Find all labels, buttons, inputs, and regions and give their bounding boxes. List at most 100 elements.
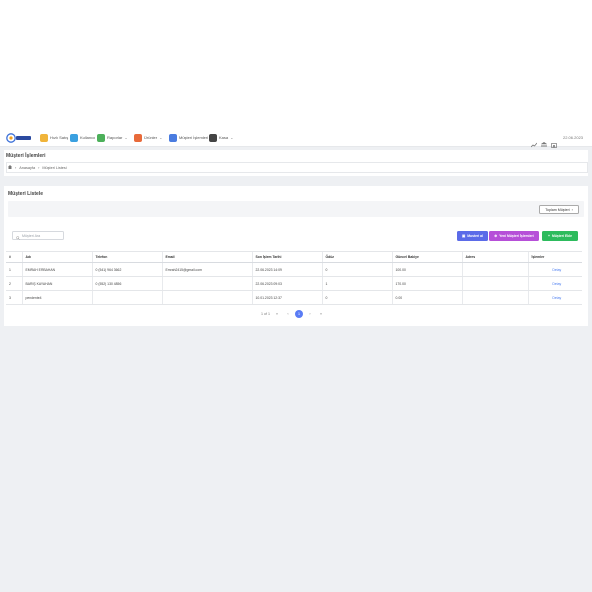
cell-last: 10.01.2023 12:37	[251, 290, 322, 305]
pagination-prev[interactable]: ‹	[284, 310, 292, 318]
nav-item-4[interactable]: Müşteri İşlemleri	[169, 133, 208, 142]
breadcrumb: › Anasayfa › Müşteri Listesi	[8, 165, 67, 170]
nav-item-2[interactable]: Raporlar ⌄	[97, 133, 128, 142]
cell-last: 22.06.2023 14:09	[251, 262, 322, 277]
cell-odu: 1	[321, 276, 392, 291]
list-title: Müşteri Listele	[8, 191, 44, 197]
filter-area	[8, 201, 584, 217]
cell-action[interactable]: Detay	[527, 262, 582, 277]
search-input[interactable]	[22, 233, 62, 238]
col-header-odu[interactable]: Ödüz	[321, 251, 392, 263]
nav-item-3[interactable]: Ürünler ⌄	[134, 133, 162, 142]
pagination-page-1[interactable]: 1	[295, 309, 303, 318]
export-label: Toplam Müşteri	[545, 207, 570, 212]
new-customer-process-button[interactable]: ⊕ Yeni Müşteri İşlemleri	[489, 231, 539, 241]
cell-email: Emrah2415@gmail.com	[161, 262, 252, 277]
cell-address	[461, 290, 528, 305]
nav-item-label: Ürünler	[144, 135, 158, 140]
cell-action[interactable]: Detay	[527, 276, 582, 291]
breadcrumb-separator: ›	[15, 165, 17, 170]
col-header-phone[interactable]: Telefon	[91, 251, 162, 263]
nav-item-5[interactable]: Kasa ⌄	[209, 133, 233, 142]
cell-email	[161, 290, 252, 305]
cell-balance: 100.00	[391, 262, 462, 277]
add-customer-label: Müşteri Ekle	[552, 234, 572, 238]
nav-item-0[interactable]: Hızlı Satış	[40, 133, 68, 142]
plus-icon: +	[548, 234, 550, 238]
pagination: 1 of 1 « ‹ 1 › »	[261, 309, 325, 318]
box-icon	[134, 133, 142, 142]
col-header-email[interactable]: Email	[161, 251, 252, 263]
header-icons	[530, 134, 561, 148]
customer-icon	[169, 133, 177, 142]
col-header-name[interactable]: Adı	[21, 251, 92, 263]
cell-name: BARIŞ KAYAHAN	[21, 276, 92, 291]
pagination-next[interactable]: ›	[306, 310, 314, 318]
table-row[interactable]: 3 pendente4 10.01.2023 12:37 0 0.00 Detay	[6, 290, 582, 305]
plus-square-icon: ⊕	[494, 234, 498, 238]
crown-icon	[40, 133, 48, 142]
search-box[interactable]	[12, 231, 64, 240]
nav-item-label: Müşteri İşlemleri	[179, 135, 209, 140]
app-logo[interactable]	[6, 131, 32, 144]
breadcrumb-current: Müşteri Listesi	[42, 165, 67, 170]
cell-phone: 0 (541) 964 3662	[91, 262, 162, 277]
pagination-first[interactable]: «	[273, 310, 281, 318]
import-label: Musteri al	[467, 234, 484, 238]
bank-icon[interactable]	[541, 135, 547, 147]
nav-item-label: Kullanıcı	[80, 135, 96, 140]
users-icon	[70, 133, 78, 142]
col-header-last-process[interactable]: Son İşlem Tarihi	[251, 251, 322, 263]
export-button[interactable]: Toplam Müşteri ›	[539, 205, 579, 214]
chevron-down-icon: ⌄	[159, 135, 163, 140]
cell-no: 3	[6, 290, 22, 305]
cell-address	[461, 276, 528, 291]
add-customer-button[interactable]: + Müşteri Ekle	[542, 231, 578, 241]
home-icon[interactable]	[8, 165, 12, 170]
chart-icon[interactable]	[530, 135, 538, 147]
cell-action[interactable]: Detay	[527, 290, 582, 305]
col-header-address[interactable]: Adres	[461, 251, 528, 263]
table-row[interactable]: 1 EMRAH ERBAHAN 0 (541) 964 3662 Emrah2415@…	[6, 262, 582, 277]
cell-last: 22.06.2023 09:03	[251, 276, 322, 291]
pagination-last[interactable]: »	[317, 310, 325, 318]
import-customer-button[interactable]: ▣ Musteri al	[457, 231, 488, 241]
nav-item-1[interactable]: Kullanıcı	[70, 133, 95, 142]
cell-no: 1	[6, 262, 22, 277]
table-row[interactable]: 2 BARIŞ KAYAHAN 0 (552) 130 4856 22.06.2023…	[6, 276, 582, 291]
col-header-no[interactable]: #	[6, 251, 22, 263]
page-title: Müşteri İşlemleri	[6, 153, 46, 159]
current-date: 22.06.2023	[563, 135, 584, 140]
cell-balance: 0.00	[391, 290, 462, 305]
cell-address	[461, 262, 528, 277]
table-header-row: # Adı Telefon Email Son İşlem Tarihi Ödü…	[6, 251, 582, 263]
chevron-down-icon: ⌄	[124, 135, 128, 140]
breadcrumb-separator: ›	[38, 165, 40, 170]
nav-item-label: Kasa	[219, 135, 229, 140]
cell-name: pendente4	[21, 290, 92, 305]
breadcrumb-home[interactable]: Anasayfa	[19, 166, 35, 170]
col-header-actions: İşlemler	[527, 251, 582, 263]
breadcrumb-box	[6, 162, 588, 173]
col-header-balance[interactable]: Güncel Bakiye	[391, 251, 462, 263]
chevron-right-icon: ›	[571, 207, 573, 212]
cell-balance: 170.00	[391, 276, 462, 291]
report-icon	[97, 133, 105, 142]
nav-item-label: Hızlı Satış	[50, 135, 69, 140]
cell-phone: 0 (552) 130 4856	[91, 276, 162, 291]
new-process-label: Yeni Müşteri İşlemleri	[499, 234, 534, 238]
customer-table: # Adı Telefon Email Son İşlem Tarihi Ödü…	[6, 251, 582, 305]
cell-phone	[91, 290, 162, 305]
cell-no: 2	[6, 276, 22, 291]
pagination-info: 1 of 1	[261, 311, 270, 316]
nav-item-label: Raporlar	[107, 135, 123, 140]
cell-name: EMRAH ERBAHAN	[21, 262, 92, 277]
register-icon	[209, 133, 217, 142]
cell-email	[161, 276, 252, 291]
store-icon[interactable]	[551, 135, 557, 148]
import-icon: ▣	[461, 234, 466, 238]
search-icon	[16, 227, 20, 245]
cell-odu: 0	[321, 262, 392, 277]
chevron-down-icon: ⌄	[230, 135, 234, 140]
cell-odu: 0	[321, 290, 392, 305]
